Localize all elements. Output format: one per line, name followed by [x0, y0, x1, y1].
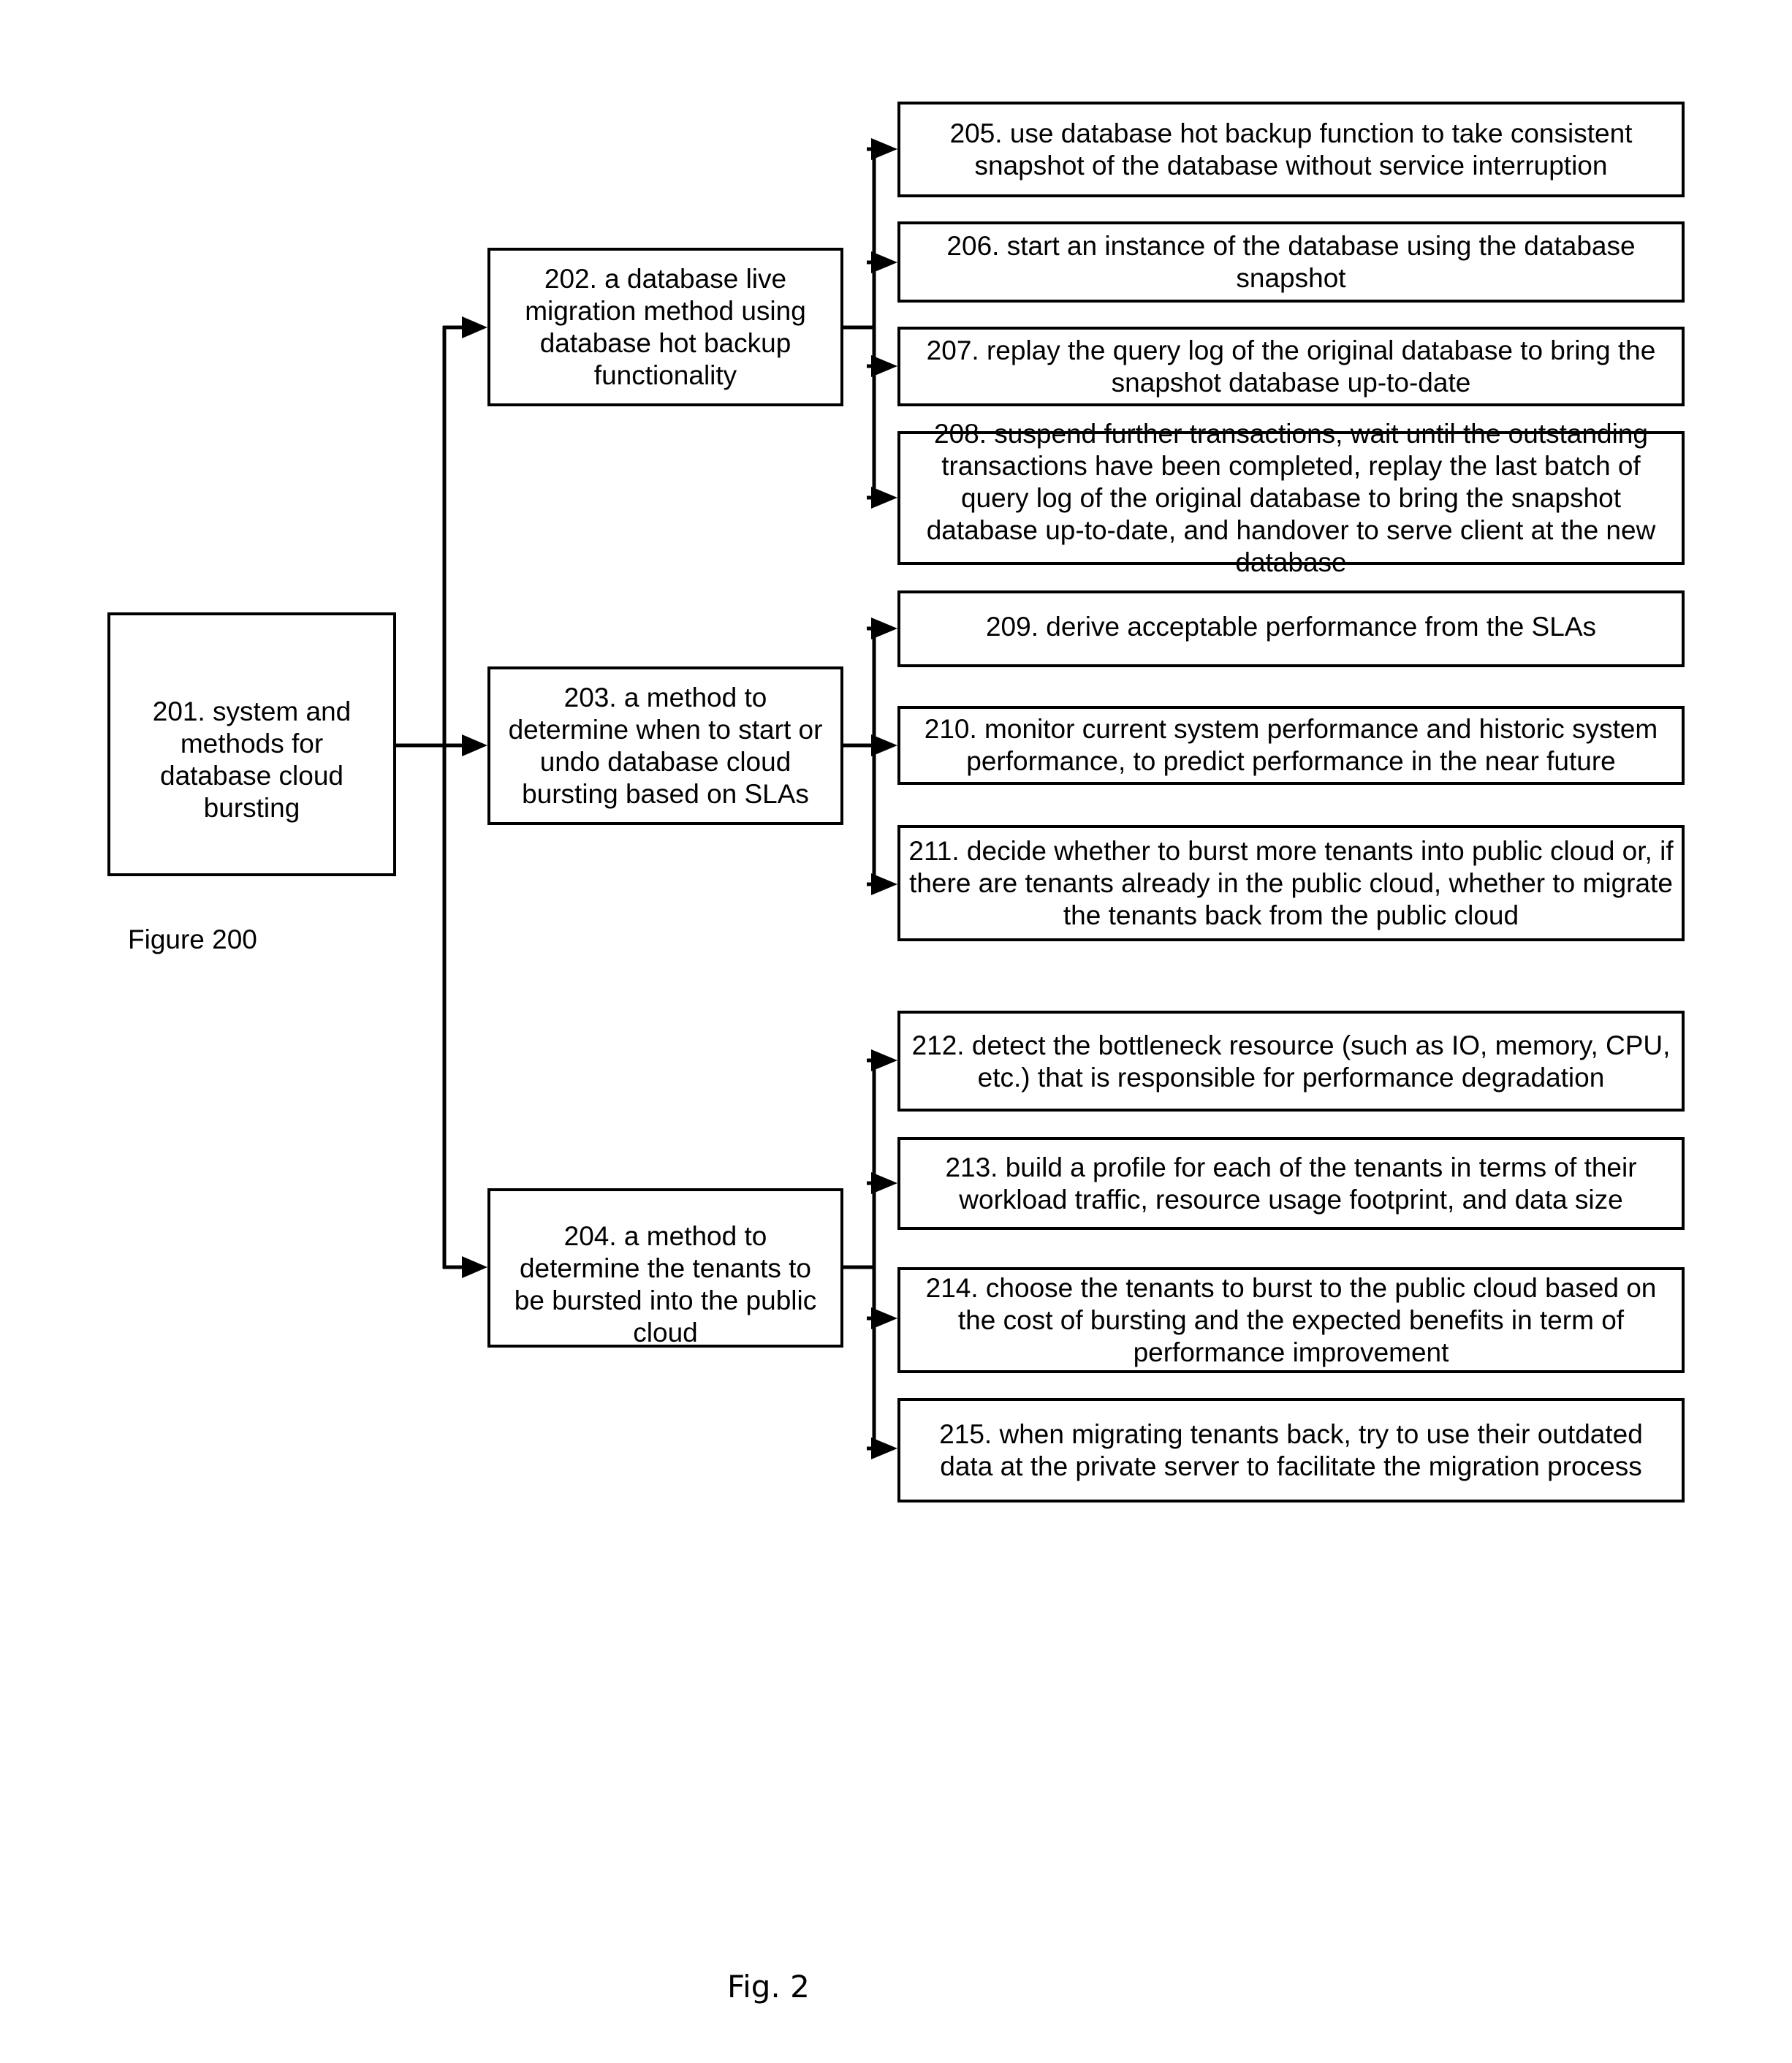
node-210: 210. monitor current system performance …	[897, 706, 1685, 785]
node-205: 205. use database hot backup function to…	[897, 102, 1685, 197]
node-207-text: 207. replay the query log of the origina…	[926, 335, 1656, 398]
node-206: 206. start an instance of the database u…	[897, 221, 1685, 303]
node-208-text: 208. suspend further transactions, wait …	[926, 418, 1656, 577]
node-213: 213. build a profile for each of the ten…	[897, 1137, 1685, 1230]
node-209-text: 209. derive acceptable performance from …	[985, 612, 1596, 642]
arrowhead-207	[871, 355, 897, 377]
node-215: 215. when migrating tenants back, try to…	[897, 1398, 1685, 1502]
arrowhead-206	[871, 251, 897, 273]
node-212-text: 212. detect the bottleneck resource (suc…	[911, 1030, 1671, 1093]
node-210-text: 210. monitor current system performance …	[924, 714, 1658, 776]
arrowhead-202	[462, 316, 487, 338]
node-213-text: 213. build a profile for each of the ten…	[945, 1152, 1637, 1215]
figure-caption: Fig. 2	[727, 1969, 810, 2005]
node-204-text: 204. a method to determine the tenants t…	[514, 1221, 817, 1348]
figure-label: Figure 200	[128, 924, 257, 954]
node-211-text: 211. decide whether to burst more tenant…	[908, 835, 1674, 930]
node-214-text: 214. choose the tenants to burst to the …	[925, 1272, 1657, 1367]
node-211: 211. decide whether to burst more tenant…	[897, 825, 1685, 941]
arrowhead-214	[871, 1307, 897, 1329]
arrowhead-209	[871, 618, 897, 639]
arrowhead-212	[871, 1049, 897, 1071]
node-204: 204. a method to determine the tenants t…	[487, 1188, 843, 1348]
node-202: 202. a database live migration method us…	[487, 248, 843, 406]
node-207: 207. replay the query log of the origina…	[897, 327, 1685, 406]
node-202-text: 202. a database live migration method us…	[525, 263, 806, 390]
node-201: 201. system and methods for database clo…	[107, 612, 396, 876]
arrowhead-210	[871, 734, 897, 756]
node-208: 208. suspend further transactions, wait …	[897, 419, 1685, 577]
arrowhead-208	[871, 487, 897, 509]
node-212: 212. detect the bottleneck resource (suc…	[897, 1011, 1685, 1112]
node-214: 214. choose the tenants to burst to the …	[897, 1267, 1685, 1373]
arrowhead-203	[462, 734, 487, 756]
arrowhead-215	[871, 1437, 897, 1459]
arrowhead-204	[462, 1256, 487, 1278]
arrowhead-213	[871, 1172, 897, 1194]
node-203: 203. a method to determine when to start…	[487, 666, 843, 825]
arrowhead-211	[871, 873, 897, 895]
node-201-text: 201. system and methods for database clo…	[152, 696, 352, 823]
arrowhead-205	[871, 138, 897, 160]
node-205-text: 205. use database hot backup function to…	[949, 118, 1633, 181]
node-209: 209. derive acceptable performance from …	[897, 590, 1685, 667]
node-203-text: 203. a method to determine when to start…	[508, 682, 823, 809]
node-206-text: 206. start an instance of the database u…	[946, 230, 1636, 293]
flowchart-canvas: 201. system and methods for database clo…	[0, 0, 1792, 2063]
node-215-text: 215. when migrating tenants back, try to…	[939, 1418, 1643, 1481]
